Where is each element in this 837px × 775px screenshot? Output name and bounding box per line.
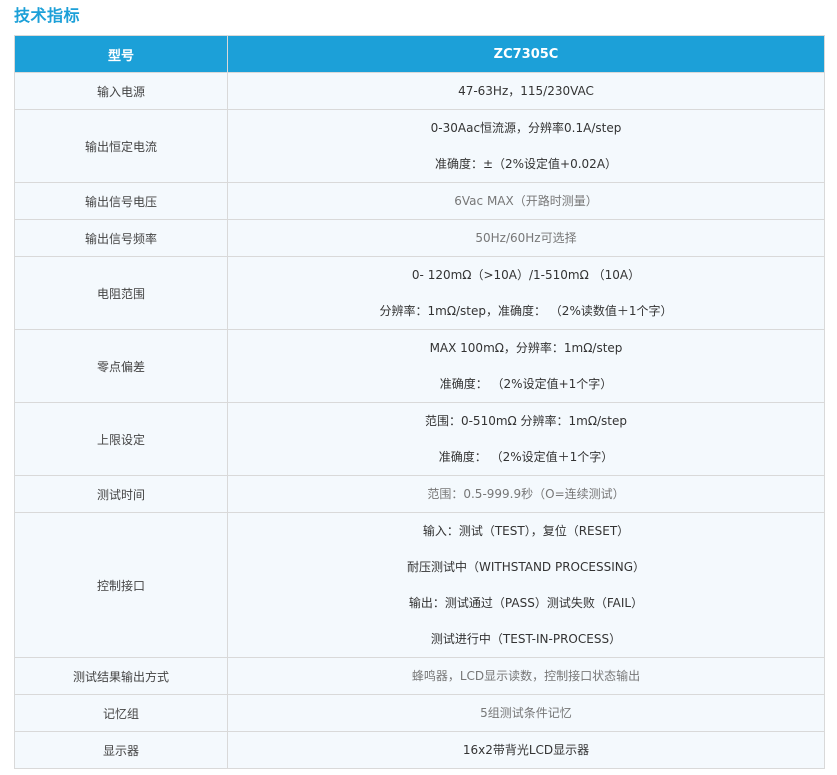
table-row: 显示器 16x2带背光LCD显示器	[14, 731, 825, 769]
column-header-model-value: ZC7305C	[227, 35, 825, 73]
table-row: 控制接口 输入：测试（TEST），复位（RESET） 耐压测试中（WITHSTA…	[14, 512, 825, 658]
param-value: 输入：测试（TEST），复位（RESET） 耐压测试中（WITHSTAND PR…	[227, 512, 825, 658]
table-row: 输出恒定电流 0-30Aac恒流源，分辨率0.1A/step 准确度：±（2%设…	[14, 109, 825, 183]
value-line: 输出：测试通过（PASS）测试失败（FAIL）	[408, 596, 644, 610]
table-row: 测试时间 范围：0.5-999.9秒（O=连续测试）	[14, 475, 825, 513]
param-value: 范围：0-510mΩ 分辨率：1mΩ/step 准确度： （2%设定值＋1个字）	[227, 402, 825, 476]
param-value: 0-30Aac恒流源，分辨率0.1A/step 准确度：±（2%设定值+0.02…	[227, 109, 825, 183]
param-name: 测试结果输出方式	[14, 657, 228, 695]
value-line: 准确度：±（2%设定值+0.02A）	[434, 157, 618, 171]
table-row: 上限设定 范围：0-510mΩ 分辨率：1mΩ/step 准确度： （2%设定值…	[14, 402, 825, 476]
section-title: 技术指标	[14, 6, 81, 25]
param-name: 输入电源	[14, 72, 228, 110]
table-row: 输入电源 47-63Hz，115/230VAC	[14, 72, 825, 110]
value-line: MAX 100mΩ，分辨率：1mΩ/step	[429, 341, 623, 355]
param-name: 输出信号频率	[14, 219, 228, 257]
param-name: 记忆组	[14, 694, 228, 732]
value-line: 蜂鸣器，LCD显示读数，控制接口状态输出	[411, 669, 641, 683]
param-name: 测试时间	[14, 475, 228, 513]
value-line: 准确度： （2%设定值+1个字）	[439, 377, 613, 391]
value-line: 47-63Hz，115/230VAC	[458, 84, 594, 98]
param-value: MAX 100mΩ，分辨率：1mΩ/step 准确度： （2%设定值+1个字）	[227, 329, 825, 403]
param-value: 5组测试条件记忆	[227, 694, 825, 732]
value-line: 范围：0.5-999.9秒（O=连续测试）	[427, 487, 625, 501]
param-name: 输出信号电压	[14, 182, 228, 220]
table-row: 记忆组 5组测试条件记忆	[14, 694, 825, 732]
value-line: 准确度： （2%设定值＋1个字）	[438, 450, 614, 464]
value-line: 输入：测试（TEST），复位（RESET）	[422, 524, 630, 538]
param-name: 零点偏差	[14, 329, 228, 403]
param-value: 16x2带背光LCD显示器	[227, 731, 825, 769]
value-line: 16x2带背光LCD显示器	[462, 743, 590, 757]
table-header-row: 型号 ZC7305C	[14, 35, 825, 73]
param-value: 6Vac MAX（开路时测量）	[227, 182, 825, 220]
value-line: 5组测试条件记忆	[480, 706, 572, 720]
value-line: 测试进行中（TEST-IN-PROCESS）	[430, 632, 622, 646]
param-name: 电阻范围	[14, 256, 228, 330]
param-value: 0- 120mΩ（>10A）/1-510mΩ （10A） 分辨率：1mΩ/ste…	[227, 256, 825, 330]
param-value: 范围：0.5-999.9秒（O=连续测试）	[227, 475, 825, 513]
param-value: 蜂鸣器，LCD显示读数，控制接口状态输出	[227, 657, 825, 695]
param-name: 显示器	[14, 731, 228, 769]
table-row: 零点偏差 MAX 100mΩ，分辨率：1mΩ/step 准确度： （2%设定值+…	[14, 329, 825, 403]
table-row: 电阻范围 0- 120mΩ（>10A）/1-510mΩ （10A） 分辨率：1m…	[14, 256, 825, 330]
value-line: 50Hz/60Hz可选择	[475, 231, 577, 245]
param-name: 输出恒定电流	[14, 109, 228, 183]
spec-table: 型号 ZC7305C 输入电源 47-63Hz，115/230VAC 输出恒定电…	[14, 35, 825, 769]
value-line: 6Vac MAX（开路时测量）	[454, 194, 598, 208]
param-value: 50Hz/60Hz可选择	[227, 219, 825, 257]
table-row: 测试结果输出方式 蜂鸣器，LCD显示读数，控制接口状态输出	[14, 657, 825, 695]
param-name: 控制接口	[14, 512, 228, 658]
param-value: 47-63Hz，115/230VAC	[227, 72, 825, 110]
table-row: 输出信号电压 6Vac MAX（开路时测量）	[14, 182, 825, 220]
column-header-model-label: 型号	[14, 35, 228, 73]
value-line: 0- 120mΩ（>10A）/1-510mΩ （10A）	[411, 268, 641, 282]
value-line: 0-30Aac恒流源，分辨率0.1A/step	[430, 121, 622, 135]
param-name: 上限设定	[14, 402, 228, 476]
value-line: 范围：0-510mΩ 分辨率：1mΩ/step	[424, 414, 628, 428]
value-line: 耐压测试中（WITHSTAND PROCESSING）	[406, 560, 646, 574]
value-line: 分辨率：1mΩ/step，准确度： （2%读数值＋1个字）	[379, 304, 673, 318]
table-row: 输出信号频率 50Hz/60Hz可选择	[14, 219, 825, 257]
